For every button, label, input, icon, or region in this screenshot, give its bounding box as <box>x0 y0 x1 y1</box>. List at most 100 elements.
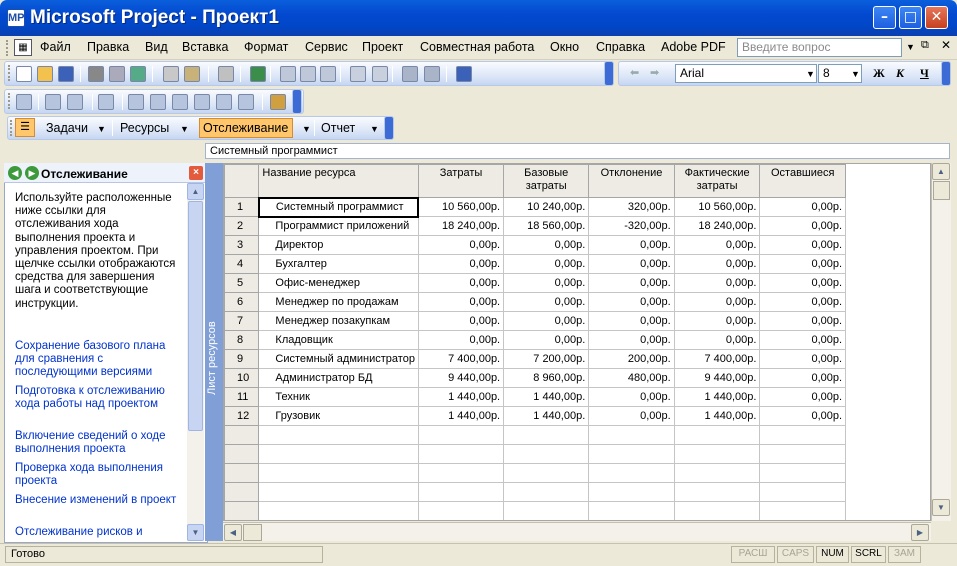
progress-lines-icon[interactable] <box>98 94 114 110</box>
cell-rem[interactable]: 0,00р. <box>759 235 847 255</box>
update-tasks-icon[interactable] <box>45 94 61 110</box>
cell-var[interactable]: 480,00р. <box>588 368 675 388</box>
cell-rem[interactable] <box>759 444 847 464</box>
cell-cost[interactable]: 0,00р. <box>417 292 505 312</box>
sheet-vertical-scrollbar[interactable]: ▲ ▼ <box>931 163 951 521</box>
bold-button[interactable]: Ж <box>873 66 885 81</box>
column-header[interactable]: Базовые затраты <box>503 164 590 198</box>
cell-base[interactable]: 0,00р. <box>503 254 590 274</box>
toolbar-grip[interactable] <box>6 40 10 56</box>
tasks-dropdown-icon[interactable]: ▼ <box>97 124 106 134</box>
cell-rem[interactable]: 0,00р. <box>759 273 847 293</box>
cell-name[interactable] <box>258 444 419 464</box>
menu-item[interactable]: Окно <box>550 40 579 54</box>
cell-base[interactable] <box>503 444 590 464</box>
cell-actual[interactable]: 18 240,00р. <box>673 216 761 236</box>
column-header[interactable]: Затраты <box>417 164 505 198</box>
cell-cost[interactable]: 7 400,00р. <box>417 349 505 369</box>
cell-var[interactable]: 0,00р. <box>588 254 675 274</box>
cell-base[interactable]: 0,00р. <box>503 330 590 350</box>
cell-rem[interactable] <box>759 425 847 445</box>
font-dropdown-icon[interactable]: ▼ <box>806 69 815 79</box>
cell-var[interactable]: -320,00р. <box>588 216 675 236</box>
pct-75-icon[interactable] <box>194 94 210 110</box>
row-id[interactable]: 8 <box>224 330 260 350</box>
toolbar-grip[interactable] <box>8 65 12 81</box>
cell-actual[interactable]: 10 560,00р. <box>673 197 761 217</box>
cell-base[interactable] <box>503 501 590 520</box>
cell-cost[interactable]: 10 560,00р. <box>417 197 505 217</box>
table-row[interactable]: 9 Системный администратор 7 400,00р. 7 200,… <box>224 349 930 369</box>
font-select[interactable]: Arial <box>675 64 817 83</box>
cell-var[interactable]: 0,00р. <box>588 387 675 407</box>
cell-cost[interactable] <box>417 425 505 445</box>
cell-var[interactable] <box>588 501 675 520</box>
cell-name[interactable] <box>258 501 419 520</box>
cell-rem[interactable]: 0,00р. <box>759 216 847 236</box>
table-row[interactable] <box>224 425 930 445</box>
scroll-thumb[interactable] <box>243 524 262 541</box>
toolbar-grip[interactable] <box>8 93 12 109</box>
cell-var[interactable]: 0,00р. <box>588 311 675 331</box>
paste-icon[interactable] <box>184 66 200 82</box>
cell-name[interactable]: Техник <box>258 387 419 407</box>
menu-item[interactable]: Правка <box>87 40 129 54</box>
cell-actual[interactable] <box>673 482 761 502</box>
zoom-in-icon[interactable] <box>402 66 418 82</box>
cell-actual[interactable]: 9 440,00р. <box>673 368 761 388</box>
cell-cost[interactable]: 9 440,00р. <box>417 368 505 388</box>
table-row[interactable]: 1 Системный программист 10 560,00р. 10 240,… <box>224 196 930 218</box>
menu-item[interactable]: Совместная работа <box>420 40 534 54</box>
underline-button[interactable]: Ч <box>920 66 929 81</box>
menu-item[interactable]: Adobe PDF <box>661 40 726 54</box>
scroll-down-icon[interactable]: ▼ <box>187 524 204 541</box>
toolbar-options-icon[interactable] <box>384 116 394 140</box>
cell-actual[interactable] <box>673 463 761 483</box>
tab-report[interactable]: Отчет <box>321 121 355 135</box>
pct-50-icon[interactable] <box>172 94 188 110</box>
scroll-thumb[interactable] <box>188 201 203 431</box>
table-row[interactable]: 8 Кладовщик 0,00р. 0,00р. 0,00р. 0,00р. 0,00р. <box>224 330 930 350</box>
cell-cost[interactable]: 0,00р. <box>417 235 505 255</box>
cell-base[interactable]: 10 240,00р. <box>503 197 590 217</box>
row-id[interactable]: 9 <box>224 349 260 369</box>
cell-actual[interactable]: 0,00р. <box>673 311 761 331</box>
copy-icon[interactable] <box>163 66 179 82</box>
cell-actual[interactable] <box>673 501 761 520</box>
close-button[interactable]: ✕ <box>925 6 948 29</box>
hyperlink-icon[interactable] <box>250 66 266 82</box>
cell-base[interactable] <box>503 482 590 502</box>
cell-rem[interactable] <box>759 501 847 520</box>
menu-item[interactable]: Вставка <box>182 40 228 54</box>
collaborate-icon[interactable] <box>270 94 286 110</box>
column-header[interactable]: Оставшиеся <box>759 164 847 198</box>
link-tasks-icon[interactable] <box>280 66 296 82</box>
cell-cost[interactable]: 18 240,00р. <box>417 216 505 236</box>
pct-100-icon[interactable] <box>216 94 232 110</box>
save-icon[interactable] <box>58 66 74 82</box>
menu-item[interactable]: Файл <box>40 40 71 54</box>
menu-item[interactable]: Справка <box>596 40 645 54</box>
table-row[interactable]: 5 Офис-менеджер 0,00р. 0,00р. 0,00р. 0,00р. 0,… <box>224 273 930 293</box>
cell-cost[interactable] <box>417 444 505 464</box>
cell-base[interactable]: 0,00р. <box>503 311 590 331</box>
toolbar-options-icon[interactable] <box>292 89 302 114</box>
spelling-icon[interactable] <box>130 66 146 82</box>
cell-name[interactable]: Бухгалтер <box>258 254 419 274</box>
scroll-thumb[interactable] <box>933 181 950 200</box>
cell-rem[interactable]: 0,00р. <box>759 368 847 388</box>
sheet-horizontal-scrollbar[interactable]: ◀ ▶ <box>223 522 931 541</box>
help-dropdown-icon[interactable]: ▼ <box>906 42 915 52</box>
entry-bar-input[interactable]: Системный программист <box>205 143 950 159</box>
reschedule-icon[interactable] <box>67 94 83 110</box>
cell-name[interactable] <box>258 425 419 445</box>
forward-icon[interactable]: ▶ <box>25 166 39 180</box>
cell-rem[interactable]: 0,00р. <box>759 292 847 312</box>
italic-button[interactable]: К <box>896 66 904 81</box>
cell-cost[interactable]: 0,00р. <box>417 254 505 274</box>
undo-icon[interactable] <box>218 66 234 82</box>
table-row[interactable]: 10 Администратор БД 9 440,00р. 8 960,00р. 48… <box>224 368 930 388</box>
cell-name[interactable]: Офис-менеджер <box>258 273 419 293</box>
table-row[interactable] <box>224 501 930 520</box>
row-id[interactable]: 2 <box>224 216 260 236</box>
